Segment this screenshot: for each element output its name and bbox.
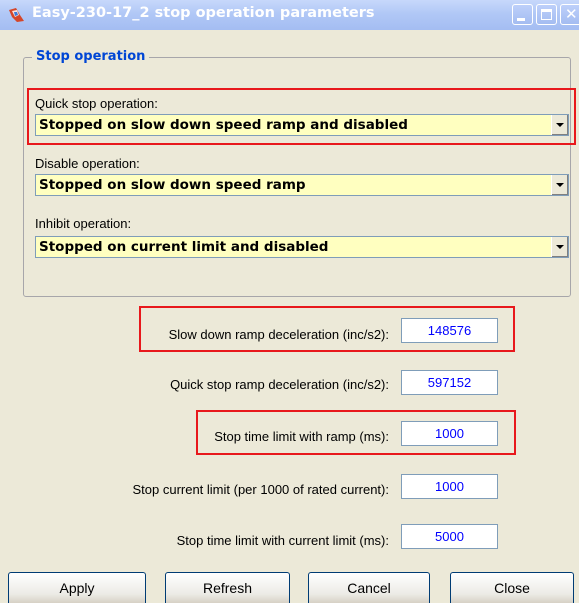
inhibit-operation-select[interactable]: Stopped on current limit and disabled xyxy=(35,236,569,258)
stop-time-current-limit-label: Stop time limit with current limit (ms): xyxy=(176,533,389,548)
maximize-icon[interactable] xyxy=(536,4,557,25)
inhibit-operation-label: Inhibit operation: xyxy=(35,216,132,231)
quick-stop-decel-input[interactable] xyxy=(401,370,498,395)
refresh-button[interactable]: Refresh xyxy=(165,572,290,603)
disable-operation-select[interactable]: Stopped on slow down speed ramp xyxy=(35,174,569,196)
title-bar[interactable]: Easy-230-17_2 stop operation parameters xyxy=(0,0,579,30)
quick-stop-value: Stopped on slow down speed ramp and disa… xyxy=(39,117,408,133)
chevron-down-icon[interactable] xyxy=(551,115,568,135)
stop-current-limit-label: Stop current limit (per 1000 of rated cu… xyxy=(132,482,389,497)
close-icon[interactable] xyxy=(560,4,579,25)
cancel-button[interactable]: Cancel xyxy=(308,572,430,603)
quick-stop-label: Quick stop operation: xyxy=(35,96,158,111)
window-title: Easy-230-17_2 stop operation parameters xyxy=(32,5,375,21)
chevron-down-icon[interactable] xyxy=(551,237,568,257)
stop-time-ramp-input[interactable] xyxy=(401,421,498,446)
stop-time-ramp-label: Stop time limit with ramp (ms): xyxy=(214,429,389,444)
quick-stop-select[interactable]: Stopped on slow down speed ramp and disa… xyxy=(35,114,569,136)
quick-stop-decel-label: Quick stop ramp deceleration (inc/s2): xyxy=(170,377,389,392)
disable-operation-value: Stopped on slow down speed ramp xyxy=(39,177,306,193)
app-logo-icon xyxy=(8,7,25,23)
slow-down-decel-input[interactable] xyxy=(401,318,498,343)
chevron-down-icon[interactable] xyxy=(551,175,568,195)
close-button[interactable]: Close xyxy=(450,572,574,603)
stop-operation-dialog: Easy-230-17_2 stop operation parameters … xyxy=(0,0,579,603)
disable-operation-label: Disable operation: xyxy=(35,156,140,171)
stop-time-current-limit-input[interactable] xyxy=(401,524,498,549)
minimize-icon[interactable] xyxy=(512,4,533,25)
stop-current-limit-input[interactable] xyxy=(401,474,498,499)
apply-button[interactable]: Apply xyxy=(8,572,146,603)
inhibit-operation-value: Stopped on current limit and disabled xyxy=(39,239,329,255)
group-legend: Stop operation xyxy=(32,49,150,64)
slow-down-decel-label: Slow down ramp deceleration (inc/s2): xyxy=(168,327,389,342)
